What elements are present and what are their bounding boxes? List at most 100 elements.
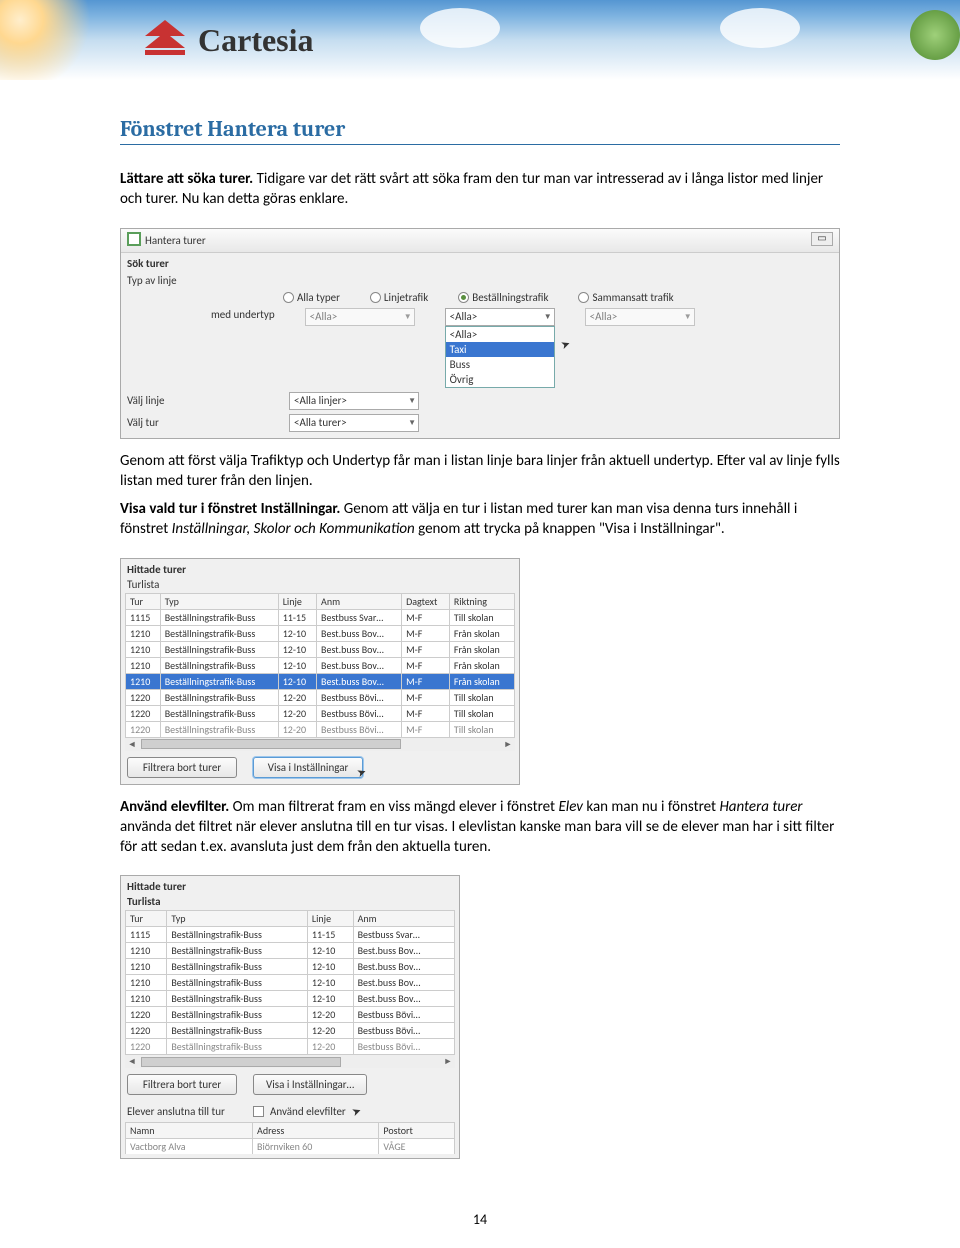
table-row[interactable]: 1210Beställningstrafik-Buss12-10Best.bus… xyxy=(126,991,455,1007)
horizontal-scrollbar[interactable]: ◄► xyxy=(125,737,515,751)
label-undertyp: med undertyp xyxy=(211,308,275,321)
dropdown-option[interactable]: Taxi xyxy=(446,342,554,357)
paragraph-3: Visa vald tur i fönstret Inställningar. … xyxy=(120,499,840,540)
p1-lead: Lättare att söka turer. xyxy=(120,170,253,188)
col-adress[interactable]: Adress xyxy=(253,1123,379,1139)
col-tur[interactable]: Tur xyxy=(126,911,167,927)
col-anm[interactable]: Anm xyxy=(353,911,454,927)
radio-alla-typer[interactable]: Alla typer xyxy=(283,291,340,304)
visa-installningar-button[interactable]: Visa i Inställningar ➤ xyxy=(253,757,363,778)
filtrera-bort-button[interactable]: Filtrera bort turer xyxy=(127,757,237,778)
radio-sammansatt[interactable]: Sammansatt trafik xyxy=(578,291,673,304)
combo-linje[interactable]: <Alla linjer>▼ xyxy=(289,392,419,410)
screenshot-hantera-turer: Hantera turer ▭ Sök turer Typ av linje A… xyxy=(120,228,840,439)
radio-linjetrafik[interactable]: Linjetrafik xyxy=(370,291,428,304)
table-row[interactable]: 1220Beställningstrafik-Buss12-20Bestbuss… xyxy=(126,705,515,721)
label-linje: Välj linje xyxy=(127,394,227,407)
dropdown-option[interactable]: Buss xyxy=(446,357,554,372)
turlista-table: Tur Typ Linje Anm Dagtext Riktning 1115B… xyxy=(125,593,515,737)
col-anm[interactable]: Anm xyxy=(317,593,402,609)
globe-decoration xyxy=(910,10,960,60)
col-dagtext[interactable]: Dagtext xyxy=(402,593,450,609)
paragraph-2: Genom att först välja Trafiktyp och Unde… xyxy=(120,451,840,492)
combo-undertyp-3[interactable]: <Alla>▼ xyxy=(585,308,695,326)
turlista-table-wrap: Tur Typ Linje Anm Dagtext Riktning 1115B… xyxy=(121,593,519,751)
col-linje[interactable]: Linje xyxy=(278,593,316,609)
col-namn[interactable]: Namn xyxy=(126,1123,253,1139)
elevfilter-checkbox[interactable] xyxy=(253,1106,264,1117)
row-typ-av-linje: Typ av linje xyxy=(121,272,839,289)
cursor-icon: ➤ xyxy=(559,336,572,351)
table-row[interactable]: 1220Beställningstrafik-Buss12-20Bestbuss… xyxy=(126,1023,455,1039)
p3-lead: Visa vald tur i fönstret Inställningar. xyxy=(120,500,340,518)
table-row[interactable]: 1115Beställningstrafik-Buss11-15Bestbuss… xyxy=(126,609,515,625)
table-row[interactable]: 1220Beställningstrafik-Buss12-20Bestbuss… xyxy=(126,721,515,737)
button-row: Filtrera bort turer Visa i Inställningar… xyxy=(121,1068,459,1101)
screenshot-hittade-turer-1: Hittade turer Turlista Tur Typ Linje Anm… xyxy=(120,558,520,785)
col-typ[interactable]: Typ xyxy=(160,593,278,609)
table-header-row: Namn Adress Postort xyxy=(126,1123,455,1139)
group-turlista: Turlista xyxy=(121,578,519,593)
col-tur[interactable]: Tur xyxy=(126,593,161,609)
filtrera-bort-button[interactable]: Filtrera bort turer xyxy=(127,1074,237,1095)
chevron-down-icon: ▼ xyxy=(684,312,692,322)
page-body: Fönstret Hantera turer Lättare att söka … xyxy=(0,80,960,1191)
combo-undertyp-1[interactable]: <Alla>▼ xyxy=(305,308,415,326)
window-title: Hantera turer xyxy=(145,234,206,247)
table-row[interactable]: 1210Beställningstrafik-Buss12-10Best.bus… xyxy=(126,673,515,689)
table-header-row: Tur Typ Linje Anm Dagtext Riktning xyxy=(126,593,515,609)
screenshot-hittade-turer-2: Hittade turer Turlista Tur Typ Linje Anm… xyxy=(120,875,460,1159)
table-row[interactable]: 1115Beställningstrafik-Buss11-15Bestbuss… xyxy=(126,927,455,943)
table-row[interactable]: Vactborg Alva Biörnviken 60 VÅGE xyxy=(126,1139,455,1155)
brand-name: Cartesia xyxy=(198,22,314,59)
radio-bestallningstrafik[interactable]: Beställningstrafik xyxy=(458,291,548,304)
cloud-decoration xyxy=(420,8,500,48)
group-hittade: Hittade turer xyxy=(121,559,519,578)
table-row[interactable]: 1220Beställningstrafik-Buss12-20Bestbuss… xyxy=(126,1007,455,1023)
dropdown-option[interactable]: Övrig xyxy=(446,372,554,387)
col-postort[interactable]: Postort xyxy=(379,1123,455,1139)
table-row[interactable]: 1220Beställningstrafik-Buss12-20Bestbuss… xyxy=(126,1039,455,1055)
chevron-down-icon: ▼ xyxy=(408,418,416,428)
cloud-decoration xyxy=(720,8,800,48)
paragraph-4: Använd elevfilter. Om man filtrerat fram… xyxy=(120,797,840,858)
page-number: 14 xyxy=(0,1191,960,1248)
table-row[interactable]: 1210Beställningstrafik-Buss12-10Best.bus… xyxy=(126,943,455,959)
label-tur: Välj tur xyxy=(127,416,227,429)
minimize-button[interactable]: ▭ xyxy=(811,232,833,246)
table-row[interactable]: 1210Beställningstrafik-Buss12-10Best.bus… xyxy=(126,625,515,641)
group-sok-turer: Sök turer xyxy=(121,253,839,272)
combo-undertyp-2-wrap: <Alla>▼ <Alla> Taxi Buss Övrig ➤ xyxy=(445,308,555,388)
combo-undertyp-2[interactable]: <Alla>▼ xyxy=(445,308,555,326)
table-row[interactable]: 1210Beställningstrafik-Buss12-10Best.bus… xyxy=(126,657,515,673)
col-linje[interactable]: Linje xyxy=(307,911,353,927)
row-undertyp: med undertyp <Alla>▼ <Alla>▼ <Alla> Taxi… xyxy=(121,306,839,390)
elev-filter-row: Elever anslutna till tur Använd elevfilt… xyxy=(121,1101,459,1122)
col-riktning[interactable]: Riktning xyxy=(449,593,514,609)
label-typ: Typ av linje xyxy=(127,274,227,287)
dropdown-option[interactable]: <Alla> xyxy=(446,327,554,342)
p4-lead: Använd elevfilter. xyxy=(120,798,229,816)
table-row[interactable]: 1210Beställningstrafik-Buss12-10Best.bus… xyxy=(126,975,455,991)
page-header: Cartesia xyxy=(0,0,960,80)
elev-label: Elever anslutna till tur xyxy=(127,1105,247,1118)
button-row: Filtrera bort turer Visa i Inställningar… xyxy=(121,751,519,784)
logo-icon xyxy=(140,18,190,63)
chevron-down-icon: ▼ xyxy=(404,312,412,322)
combo-tur[interactable]: <Alla turer>▼ xyxy=(289,414,419,432)
table-row[interactable]: 1220Beställningstrafik-Buss12-20Bestbuss… xyxy=(126,689,515,705)
window-app-icon xyxy=(127,232,141,249)
horizontal-scrollbar[interactable]: ◄► xyxy=(125,1054,455,1068)
cursor-icon: ➤ xyxy=(350,1104,363,1119)
window-titlebar: Hantera turer ▭ xyxy=(121,229,839,253)
chevron-down-icon: ▼ xyxy=(544,312,552,322)
row-valj-tur: Välj tur <Alla turer>▼ xyxy=(121,412,839,438)
dropdown-undertyp: <Alla> Taxi Buss Övrig xyxy=(445,326,555,388)
col-typ[interactable]: Typ xyxy=(167,911,308,927)
table-row[interactable]: 1210Beställningstrafik-Buss12-10Best.bus… xyxy=(126,959,455,975)
visa-installningar-button[interactable]: Visa i Inställningar… xyxy=(253,1074,367,1095)
turlista-table: Tur Typ Linje Anm 1115Beställningstrafik… xyxy=(125,910,455,1054)
radio-group-typ: Alla typer Linjetrafik Beställningstrafi… xyxy=(121,289,839,306)
elevfilter-label: Använd elevfilter xyxy=(270,1105,346,1118)
table-row[interactable]: 1210Beställningstrafik-Buss12-10Best.bus… xyxy=(126,641,515,657)
